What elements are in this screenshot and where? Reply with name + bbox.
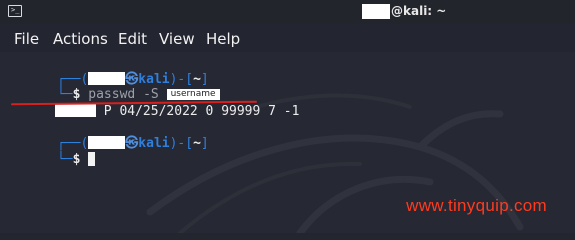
prompt-corner: └─ [56,152,73,167]
site-watermark: www.tinyquip.com [406,196,547,215]
password-status-fields: P 04/25/2022 0 99999 7 -1 [103,104,300,119]
menu-help[interactable]: Help [206,30,240,48]
hostname: kali [138,136,170,151]
window-title: @kali: ~ [391,4,447,18]
redacted-username [54,104,96,117]
menu-actions[interactable]: Actions [53,30,108,48]
terminal-output[interactable]: ┌──(㉿kali)-[~] └─$ passwd -S username P … [0,52,575,233]
prompt-bracket-end: ] [200,136,209,151]
menu-edit[interactable]: Edit [118,30,147,48]
text-cursor [88,152,96,166]
terminal-window: >_ @kali: ~ File Actions Edit View Help … [0,0,575,233]
menu-view[interactable]: View [159,30,195,48]
title-bar: >_ @kali: ~ [0,0,575,24]
command-line-2[interactable]: └─$ [10,136,96,184]
menu-bar: File Actions Edit View Help [0,26,575,52]
kali-skull-icon: ㉿ [125,136,139,151]
current-dir: ~ [193,136,201,151]
terminal-icon[interactable]: >_ [8,5,22,17]
menu-file[interactable]: File [14,30,39,48]
redacted-username [362,4,390,19]
prompt-separator: )-[ [169,136,194,151]
